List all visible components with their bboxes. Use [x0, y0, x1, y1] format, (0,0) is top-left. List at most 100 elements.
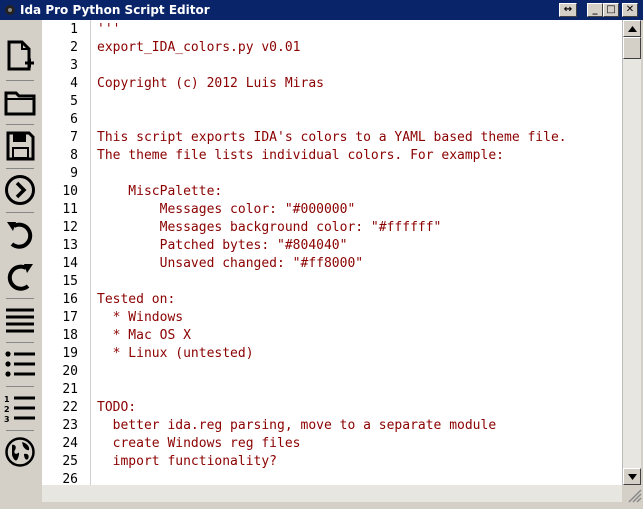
close-button[interactable]: ✕: [622, 3, 638, 17]
editor-window: Ida Pro Python Script Editor ↔ _ □ ✕ 1 2…: [0, 0, 643, 504]
title-bar[interactable]: Ida Pro Python Script Editor ↔ _ □ ✕: [0, 0, 643, 20]
code-text[interactable]: * Windows: [97, 309, 183, 327]
resize-grip-icon: [628, 489, 642, 503]
resize-grip[interactable]: [622, 485, 643, 504]
code-line[interactable]: 10 MiscPalette:: [42, 183, 622, 201]
code-line[interactable]: 16 Tested on:: [42, 291, 622, 309]
code-line[interactable]: 19 * Linux (untested): [42, 345, 622, 363]
line-number: 13: [62, 238, 78, 253]
align-lines-icon: [6, 308, 34, 333]
code-line[interactable]: 4 Copyright (c) 2012 Luis Miras: [42, 75, 622, 93]
open-folder-button[interactable]: [2, 82, 38, 122]
code-line[interactable]: 26: [42, 471, 622, 485]
bullet-list-button[interactable]: [2, 344, 38, 384]
code-text[interactable]: import functionality?: [97, 453, 277, 471]
code-line[interactable]: 9: [42, 165, 622, 183]
code-line[interactable]: 2 export_IDA_colors.py v0.01: [42, 39, 622, 57]
code-line[interactable]: 11 Messages color: "#000000": [42, 201, 622, 219]
code-text[interactable]: * Linux (untested): [97, 345, 254, 363]
svg-text:2: 2: [4, 405, 10, 414]
code-line[interactable]: 1 ''': [42, 21, 622, 39]
run-button[interactable]: [2, 170, 38, 210]
code-text[interactable]: Messages color: "#000000": [97, 201, 356, 219]
svg-text:3: 3: [4, 415, 10, 423]
code-line[interactable]: 20: [42, 363, 622, 381]
line-number: 7: [70, 130, 78, 145]
toolbar: 1 2 3: [0, 20, 40, 504]
code-line[interactable]: 21: [42, 381, 622, 399]
code-text[interactable]: Messages background color: "#ffffff": [97, 219, 442, 237]
code-text[interactable]: create Windows reg files: [97, 435, 301, 453]
line-number: 6: [70, 112, 78, 127]
code-line[interactable]: 22 TODO:: [42, 399, 622, 417]
code-text[interactable]: Patched bytes: "#804040": [97, 237, 348, 255]
code-line[interactable]: 15: [42, 273, 622, 291]
code-text[interactable]: ''': [97, 21, 120, 39]
vertical-scrollbar[interactable]: [622, 20, 641, 485]
code-line[interactable]: 25 import functionality?: [42, 453, 622, 471]
code-text[interactable]: This script exports IDA's colors to a YA…: [97, 129, 567, 147]
line-number: 14: [62, 256, 78, 271]
arrow-up-icon: [627, 25, 637, 32]
code-text[interactable]: Unsaved changed: "#ff8000": [97, 255, 364, 273]
window-title: Ida Pro Python Script Editor: [20, 3, 210, 17]
undo-icon: [7, 222, 33, 249]
code-line[interactable]: 3: [42, 57, 622, 75]
code-line[interactable]: 8 The theme file lists individual colors.…: [42, 147, 622, 165]
line-number: 9: [70, 166, 78, 181]
code-editor[interactable]: 1 ''' 2 export_IDA_colors.py v0.01 3 4 Copyrig…: [42, 20, 622, 485]
line-number: 15: [62, 274, 78, 289]
globe-button[interactable]: [2, 432, 38, 472]
code-text[interactable]: TODO:: [97, 399, 136, 417]
line-number: 11: [62, 202, 78, 217]
resize-arrows-button[interactable]: ↔: [559, 3, 577, 17]
arrow-down-icon: [627, 473, 637, 480]
code-line[interactable]: 18 * Mac OS X: [42, 327, 622, 345]
code-line[interactable]: 23 better ida.reg parsing, move to a sep…: [42, 417, 622, 435]
line-number: 26: [62, 472, 78, 485]
line-number: 1: [70, 22, 78, 37]
code-line[interactable]: 12 Messages background color: "#ffffff": [42, 219, 622, 237]
save-button[interactable]: [2, 126, 38, 166]
code-line[interactable]: 14 Unsaved changed: "#ff8000": [42, 255, 622, 273]
undo-button[interactable]: [2, 214, 38, 254]
bullet-list-icon: [5, 351, 35, 377]
code-line[interactable]: 6: [42, 111, 622, 129]
code-line[interactable]: 7 This script exports IDA's colors to a Y…: [42, 129, 622, 147]
ida-app-icon: [5, 5, 15, 15]
line-number: 17: [62, 310, 78, 325]
horizontal-scrollbar[interactable]: [42, 485, 622, 502]
numbered-list-button[interactable]: 1 2 3: [2, 388, 38, 428]
line-number: 16: [62, 292, 78, 307]
run-circle-chevron-icon: [5, 175, 35, 205]
line-number: 23: [62, 418, 78, 433]
maximize-button[interactable]: □: [603, 3, 619, 17]
line-number: 10: [62, 184, 78, 199]
line-number: 21: [62, 382, 78, 397]
scroll-up-button[interactable]: [623, 20, 641, 37]
line-number: 4: [70, 76, 78, 91]
code-line[interactable]: 24 create Windows reg files: [42, 435, 622, 453]
redo-button[interactable]: [2, 256, 38, 296]
code-line[interactable]: 17 * Windows: [42, 309, 622, 327]
code-text[interactable]: Copyright (c) 2012 Luis Miras: [97, 75, 324, 93]
code-text[interactable]: The theme file lists individual colors. …: [97, 147, 504, 165]
line-number: 22: [62, 400, 78, 415]
code-text[interactable]: Tested on:: [97, 291, 175, 309]
scroll-down-button[interactable]: [623, 468, 641, 485]
code-text[interactable]: better ida.reg parsing, move to a separa…: [97, 417, 497, 435]
align-button[interactable]: [2, 300, 38, 340]
code-text[interactable]: export_IDA_colors.py v0.01: [97, 39, 301, 57]
code-text[interactable]: MiscPalette:: [97, 183, 222, 201]
scrollbar-thumb[interactable]: [623, 37, 641, 59]
numbered-list-icon: 1 2 3: [4, 395, 35, 423]
code-line[interactable]: 5: [42, 93, 622, 111]
line-number: 5: [70, 94, 78, 109]
redo-icon: [7, 264, 33, 291]
code-text[interactable]: * Mac OS X: [97, 327, 191, 345]
line-number: 3: [70, 58, 78, 73]
code-line[interactable]: 13 Patched bytes: "#804040": [42, 237, 622, 255]
new-file-button[interactable]: [2, 36, 38, 76]
minimize-button[interactable]: _: [587, 3, 603, 17]
line-number: 24: [62, 436, 78, 451]
